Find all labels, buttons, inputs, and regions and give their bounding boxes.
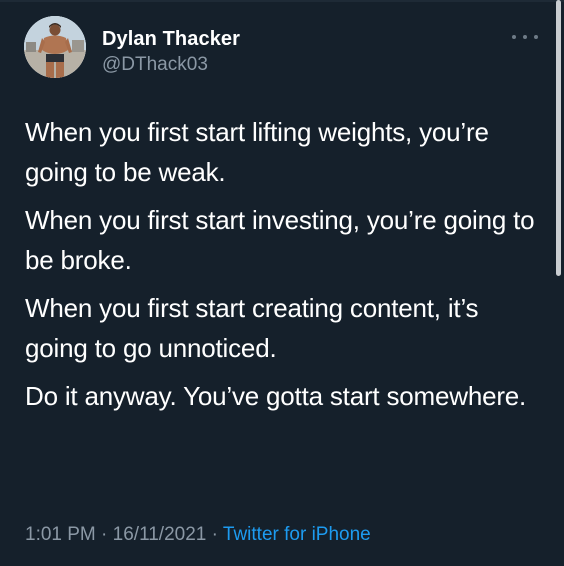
dot-icon [523,35,527,39]
meta-separator: · [101,524,108,545]
tweet-text: When you first start lifting weights, yo… [25,112,545,424]
scrollbar[interactable] [556,0,561,566]
tweet-paragraph: When you first start lifting weights, yo… [25,117,489,187]
dot-icon [512,35,516,39]
more-options-icon[interactable] [512,30,538,44]
tweet-paragraph: When you first start creating content, i… [25,293,479,363]
tweet-paragraph: Do it anyway. You’ve gotta start somewhe… [25,381,527,411]
avatar[interactable] [24,16,86,78]
display-name[interactable]: Dylan Thacker [102,27,240,51]
tweet-paragraph: When you first start investing, you’re g… [25,205,535,275]
author-block[interactable]: Dylan Thacker @DThack03 [102,27,240,77]
meta-separator: · [211,524,218,545]
top-divider [0,0,564,2]
user-handle[interactable]: @DThack03 [102,53,240,77]
tweet-source-link[interactable]: Twitter for iPhone [223,524,371,545]
tweet-date[interactable]: 16/11/2021 [113,524,207,545]
tweet-card: Dylan Thacker @DThack03 When you first s… [0,0,564,566]
profile-photo-icon [24,16,86,78]
tweet-time[interactable]: 1:01 PM [25,524,96,545]
dot-icon [534,35,538,39]
scrollbar-thumb[interactable] [556,0,561,276]
tweet-metadata: 1:01 PM · 16/11/2021 · Twitter for iPhon… [25,523,371,547]
